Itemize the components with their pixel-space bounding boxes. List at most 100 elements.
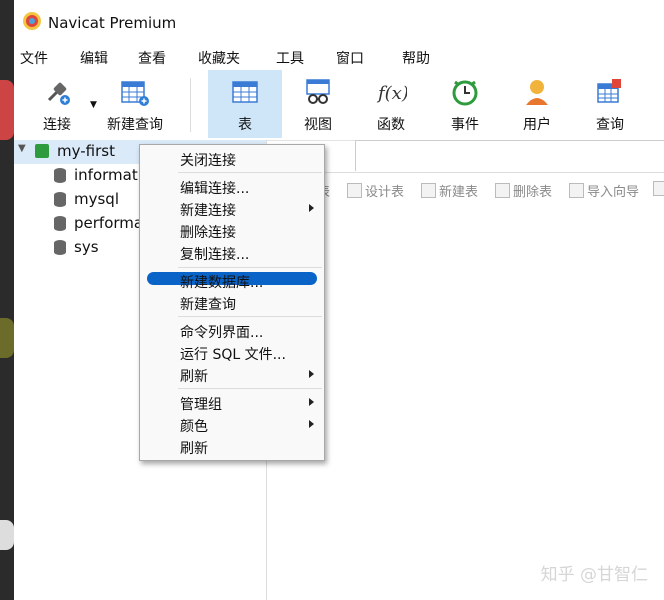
menu-new-connection[interactable]: 新建连接 (140, 198, 324, 220)
menu-item-label: 管理组 (180, 397, 222, 413)
object-tab[interactable] (355, 140, 664, 171)
menu-item-label: 新建查询 (180, 297, 236, 313)
new-table-icon (421, 183, 436, 198)
watermark: 知乎 @甘智仁 (540, 565, 648, 585)
menu-favorites[interactable]: 收藏夹 (198, 48, 240, 68)
menu-separator (178, 267, 322, 268)
user-icon (526, 80, 548, 105)
menu-item-label: 刷新 (180, 441, 208, 457)
main-toolbar: 连接 ▼ 新建查询 表 视图 f(x) 函数 事件 用户 查询 (14, 70, 664, 141)
export-wizard-icon (653, 181, 664, 196)
menu-run-sql-file[interactable]: 运行 SQL 文件... (140, 342, 324, 364)
new-table-button[interactable]: 新建表 (421, 181, 478, 200)
table-label: 表 (238, 117, 252, 133)
menu-item-label: 新建连接 (180, 203, 236, 219)
menu-refresh-2[interactable]: 刷新 (140, 436, 324, 458)
user-label: 用户 (523, 117, 551, 133)
menu-separator (178, 172, 322, 173)
clock-icon (452, 80, 478, 106)
design-table-icon (347, 183, 362, 198)
submenu-arrow-icon (309, 398, 314, 406)
menu-item-label: 新建数据库... (180, 275, 264, 291)
menu-item-label: 刷新 (180, 369, 208, 385)
database-icon (54, 192, 66, 207)
function-button[interactable]: f(x) 函数 (358, 70, 424, 138)
menu-item-label: 运行 SQL 文件... (180, 347, 286, 363)
menu-bar: 文件 编辑 查看 收藏夹 工具 窗口 帮助 (14, 44, 664, 70)
svg-text:f(x): f(x) (376, 83, 407, 104)
delete-table-label: 删除表 (513, 185, 553, 200)
menu-item-label: 复制连接... (180, 247, 250, 263)
menu-close-connection[interactable]: 关闭连接 (140, 148, 324, 170)
delete-table-button[interactable]: 删除表 (495, 181, 552, 200)
menu-item-label: 关闭连接 (180, 153, 236, 169)
plug-icon (47, 82, 70, 105)
menu-refresh[interactable]: 刷新 (140, 364, 324, 386)
chevron-down-icon[interactable]: ▼ (18, 143, 26, 154)
navicat-logo-icon (23, 12, 41, 30)
menu-copy-connection[interactable]: 复制连接... (140, 242, 324, 264)
database-icon (54, 168, 66, 183)
import-wizard-label: 导入向导 (587, 185, 640, 200)
submenu-arrow-icon (309, 420, 314, 428)
table-icon (232, 81, 258, 103)
menu-color[interactable]: 颜色 (140, 414, 324, 436)
menu-window[interactable]: 窗口 (336, 48, 364, 68)
view-icon (306, 79, 330, 104)
database-label: informati (74, 166, 142, 184)
function-icon: f(x) (376, 83, 407, 104)
menu-separator (178, 388, 322, 389)
delete-table-icon (495, 183, 510, 198)
query-button[interactable]: 查询 (578, 70, 642, 138)
menu-new-query[interactable]: 新建查询 (140, 292, 324, 314)
import-wizard-button[interactable]: 导入向导 (569, 181, 639, 200)
desktop-icon (0, 80, 14, 140)
menu-item-label: 删除连接 (180, 225, 236, 241)
new-query-icon (121, 81, 149, 106)
view-label: 视图 (304, 117, 332, 133)
menu-view[interactable]: 查看 (138, 48, 166, 68)
menu-new-database[interactable]: 新建数据库... (140, 270, 324, 292)
new-query-label: 新建查询 (107, 117, 163, 133)
menu-item-label: 编辑连接... (180, 181, 250, 197)
window-title: Navicat Premium (48, 14, 177, 32)
database-icon (54, 240, 66, 255)
title-bar: Navicat Premium (14, 0, 664, 44)
connect-dropdown-icon[interactable]: ▼ (90, 100, 97, 110)
object-toolbar: 表 设计表 新建表 删除表 导入向导 (267, 176, 664, 204)
navicat-window: Navicat Premium 文件 编辑 查看 收藏夹 工具 窗口 帮助 连接… (14, 0, 664, 600)
export-wizard-button[interactable] (653, 181, 664, 198)
view-button[interactable]: 视图 (286, 70, 350, 138)
menu-command-console[interactable]: 命令列界面... (140, 320, 324, 342)
menu-manage-group[interactable]: 管理组 (140, 392, 324, 414)
table-button[interactable]: 表 (208, 70, 282, 138)
menu-help[interactable]: 帮助 (402, 48, 430, 68)
design-table-label: 设计表 (365, 185, 405, 200)
toolbar-separator (190, 78, 191, 132)
new-query-button[interactable]: 新建查询 (100, 70, 170, 138)
database-label: sys (74, 238, 99, 256)
submenu-arrow-icon (309, 204, 314, 212)
menu-item-label: 命令列界面... (180, 325, 264, 341)
database-label: mysql (74, 190, 119, 208)
menu-delete-connection[interactable]: 删除连接 (140, 220, 324, 242)
import-wizard-icon (569, 183, 584, 198)
event-button[interactable]: 事件 (432, 70, 498, 138)
database-icon (54, 216, 66, 231)
connection-label: my-first (57, 142, 115, 160)
database-label: performa (74, 214, 144, 232)
query-label: 查询 (596, 117, 624, 133)
menu-file[interactable]: 文件 (20, 48, 48, 68)
menu-tools[interactable]: 工具 (276, 48, 304, 68)
connect-button[interactable]: 连接 (28, 70, 86, 138)
menu-separator (178, 316, 322, 317)
object-tab-bar (267, 140, 664, 173)
desktop-icon (0, 520, 14, 550)
menu-edit[interactable]: 编辑 (80, 48, 108, 68)
user-button[interactable]: 用户 (504, 70, 570, 138)
submenu-arrow-icon (309, 370, 314, 378)
menu-edit-connection[interactable]: 编辑连接... (140, 176, 324, 198)
desktop-icon (0, 318, 14, 358)
event-label: 事件 (451, 117, 479, 133)
design-table-button[interactable]: 设计表 (347, 181, 404, 200)
